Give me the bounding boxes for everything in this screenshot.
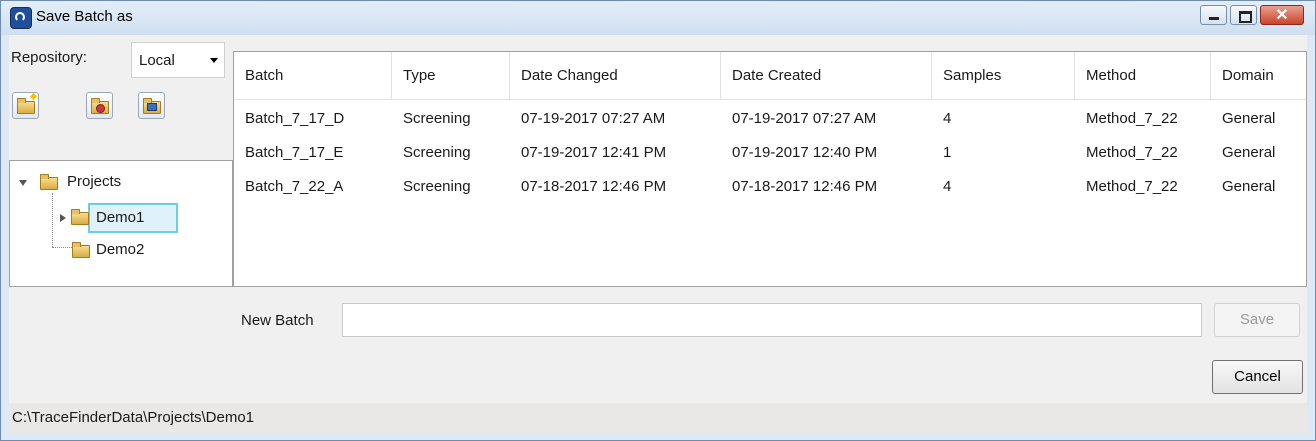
- repository-value: Local: [139, 52, 175, 69]
- column-header-method[interactable]: Method: [1075, 52, 1211, 99]
- new-folder-icon: [17, 98, 35, 114]
- minimize-icon: [1209, 17, 1219, 20]
- window-title: Save Batch as: [36, 8, 133, 25]
- rename-folder-button[interactable]: [138, 92, 165, 119]
- cell-date-created: 07-18-2017 12:46 PM: [732, 178, 878, 195]
- maximize-button[interactable]: [1230, 5, 1257, 25]
- tree-connector-line: [52, 247, 72, 248]
- cell-type: Screening: [403, 110, 471, 127]
- tree-connector-line: [52, 193, 53, 247]
- repository-panel: Repository: Local: [9, 35, 233, 160]
- dialog-body: Repository: Local Projects Demo1 Demo2 B…: [9, 35, 1307, 433]
- cell-date-changed: 07-19-2017 07:27 AM: [521, 110, 666, 127]
- cell-method: Method_7_22: [1086, 178, 1178, 195]
- close-icon: ✕: [1275, 7, 1289, 24]
- expand-arrow-icon[interactable]: [19, 180, 27, 186]
- folder-icon: [71, 209, 89, 225]
- project-tree[interactable]: Projects Demo1 Demo2: [9, 160, 233, 287]
- cell-batch: Batch_7_22_A: [245, 178, 344, 195]
- edit-badge-icon: [147, 103, 157, 111]
- repository-label: Repository:: [11, 49, 87, 66]
- new-batch-label: New Batch: [241, 312, 314, 329]
- folder-icon: [72, 242, 90, 258]
- cell-samples: 4: [943, 110, 952, 127]
- table-header: Batch Type Date Changed Date Created Sam…: [234, 52, 1306, 100]
- close-button[interactable]: ✕: [1260, 5, 1304, 25]
- batch-table[interactable]: Batch Type Date Changed Date Created Sam…: [233, 51, 1307, 287]
- save-batch-dialog: Save Batch as ✕ Repository: Local Projec…: [0, 0, 1316, 441]
- cancel-button[interactable]: Cancel: [1212, 360, 1303, 394]
- cell-type: Screening: [403, 144, 471, 161]
- new-folder-button[interactable]: [12, 92, 39, 119]
- minimize-button[interactable]: [1200, 5, 1227, 25]
- app-logo-icon: [10, 7, 32, 29]
- cell-date-created: 07-19-2017 07:27 AM: [732, 110, 877, 127]
- chevron-down-icon: [210, 58, 218, 63]
- cell-domain: General: [1222, 144, 1276, 161]
- column-header-type[interactable]: Type: [392, 52, 510, 99]
- delete-folder-button[interactable]: [86, 92, 113, 119]
- cell-samples: 4: [943, 178, 952, 195]
- repository-dropdown[interactable]: Local: [131, 42, 225, 78]
- folder-icon: [40, 174, 58, 190]
- cell-domain: General: [1222, 178, 1276, 195]
- current-path: C:\TraceFinderData\Projects\Demo1: [12, 409, 255, 426]
- new-batch-input[interactable]: [342, 303, 1202, 337]
- cell-type: Screening: [403, 178, 471, 195]
- cell-samples: 1: [943, 144, 952, 161]
- tree-node-demo2[interactable]: Demo2: [96, 241, 144, 258]
- save-button[interactable]: Save: [1214, 303, 1300, 337]
- status-bar: C:\TraceFinderData\Projects\Demo1: [9, 403, 1307, 433]
- remove-badge-icon: [96, 104, 105, 113]
- maximize-icon: [1239, 11, 1252, 23]
- tree-node-demo1[interactable]: Demo1: [96, 209, 144, 226]
- cell-date-created: 07-19-2017 12:40 PM: [732, 144, 878, 161]
- collapse-arrow-icon[interactable]: [60, 214, 66, 222]
- cell-batch: Batch_7_17_E: [245, 144, 344, 161]
- cell-domain: General: [1222, 110, 1276, 127]
- column-header-batch[interactable]: Batch: [234, 52, 392, 99]
- column-header-date-changed[interactable]: Date Changed: [510, 52, 721, 99]
- sparkle-icon: [29, 92, 38, 101]
- cell-method: Method_7_22: [1086, 144, 1178, 161]
- cell-date-changed: 07-19-2017 12:41 PM: [521, 144, 667, 161]
- title-bar[interactable]: Save Batch as ✕: [1, 1, 1315, 35]
- cell-method: Method_7_22: [1086, 110, 1178, 127]
- cell-date-changed: 07-18-2017 12:46 PM: [521, 178, 667, 195]
- column-header-domain[interactable]: Domain: [1211, 52, 1306, 99]
- tree-node-projects[interactable]: Projects: [67, 173, 121, 190]
- column-header-samples[interactable]: Samples: [932, 52, 1075, 99]
- cell-batch: Batch_7_17_D: [245, 110, 345, 127]
- column-header-date-created[interactable]: Date Created: [721, 52, 932, 99]
